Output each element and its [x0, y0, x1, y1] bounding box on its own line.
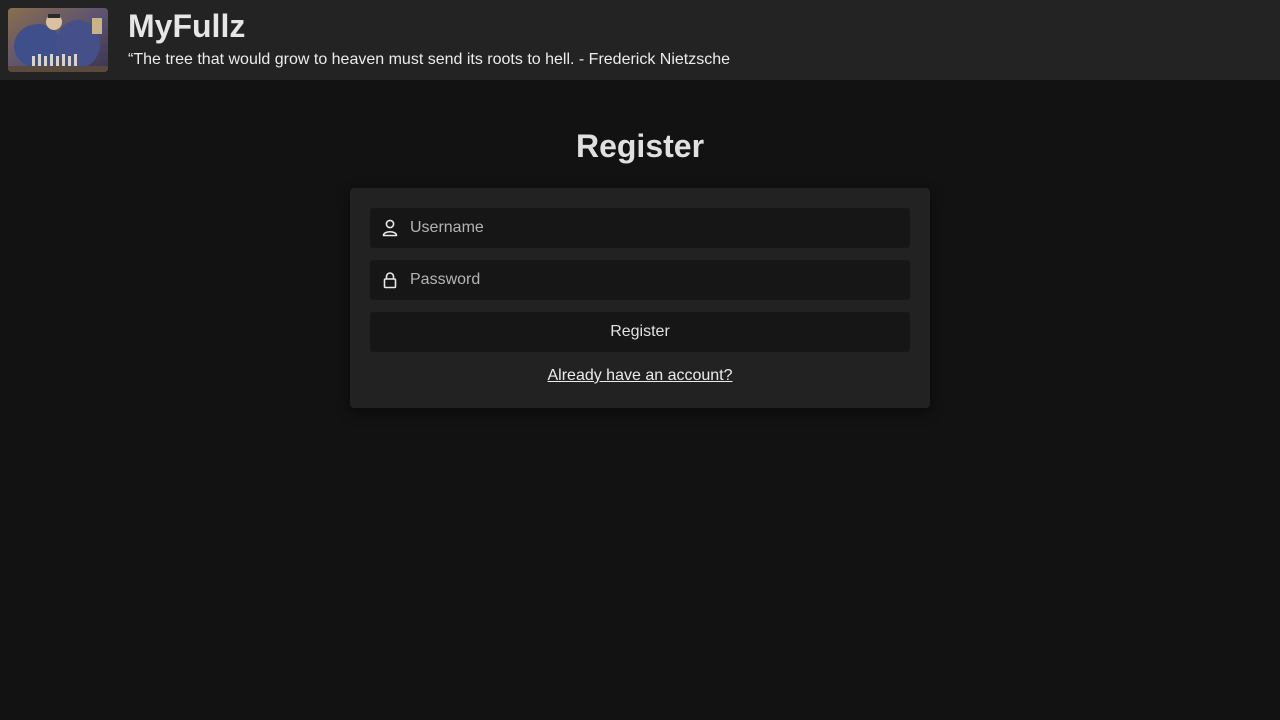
login-link[interactable]: Already have an account?: [350, 366, 930, 386]
password-field[interactable]: [370, 260, 910, 300]
register-form: Register Already have an account?: [350, 188, 930, 408]
painting-thumbnail-icon: [8, 8, 108, 72]
username-input[interactable]: [410, 208, 900, 248]
username-field[interactable]: [370, 208, 910, 248]
page-title: Register: [575, 128, 705, 164]
site-tagline: “The tree that would grow to heaven must…: [128, 51, 731, 68]
site-header: MyFullz “The tree that would grow to hea…: [0, 0, 1280, 80]
logo-image[interactable]: [8, 8, 108, 72]
register-button[interactable]: Register: [370, 312, 910, 352]
user-icon: [382, 219, 398, 237]
site-title: MyFullz: [128, 8, 246, 44]
password-input[interactable]: [410, 260, 900, 300]
lock-icon: [382, 271, 398, 289]
